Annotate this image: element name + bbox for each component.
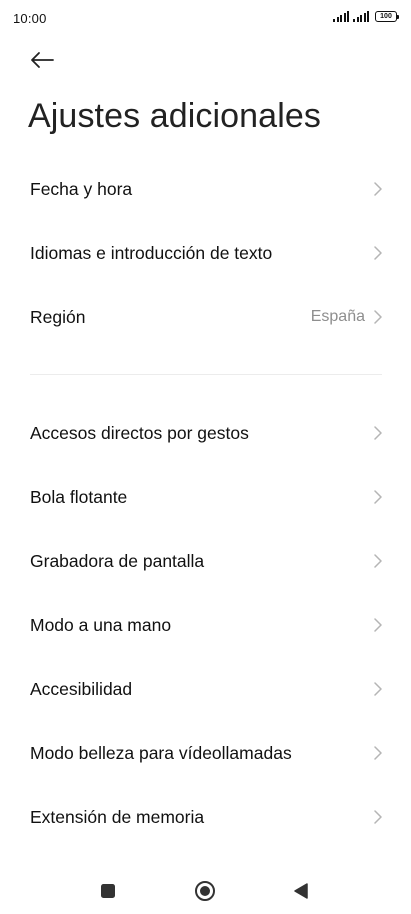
square-icon xyxy=(101,884,115,898)
settings-item-bola-flotante[interactable]: Bola flotante xyxy=(0,465,411,529)
chevron-right-icon xyxy=(374,618,382,632)
settings-item-label: Modo a una mano xyxy=(30,614,172,635)
settings-item-fecha-y-hora[interactable]: Fecha y hora xyxy=(0,157,411,221)
battery-level: 100 xyxy=(380,13,392,20)
signal-icon xyxy=(333,11,349,22)
arrow-left-icon xyxy=(31,52,54,68)
settings-item-label: Grabadora de pantalla xyxy=(30,550,205,571)
settings-item-label: Accesos directos por gestos xyxy=(30,422,249,443)
settings-item-label: Accesibilidad xyxy=(30,678,133,699)
status-time: 10:00 xyxy=(13,11,47,26)
section-divider xyxy=(30,374,382,375)
page-title: Ajustes adicionales xyxy=(28,97,321,135)
settings-list-section-2: Accesos directos por gestos Bola flotant… xyxy=(0,401,411,849)
settings-item-extension-memoria[interactable]: Extensión de memoria xyxy=(0,785,411,849)
circle-icon xyxy=(195,881,215,901)
settings-item-accesibilidad[interactable]: Accesibilidad xyxy=(0,657,411,721)
battery-icon: 100 xyxy=(375,11,399,22)
region-value: España xyxy=(310,308,365,325)
settings-item-modo-una-mano[interactable]: Modo a una mano xyxy=(0,593,411,657)
status-icons: 100 xyxy=(333,11,399,22)
settings-item-label: Fecha y hora xyxy=(30,178,133,199)
settings-item-accesos-directos[interactable]: Accesos directos por gestos xyxy=(0,401,411,465)
chevron-right-icon xyxy=(374,182,382,196)
chevron-right-icon xyxy=(374,810,382,824)
settings-item-label: Modo belleza para vídeollamadas xyxy=(30,742,292,763)
back-button[interactable] xyxy=(26,44,58,76)
chevron-right-icon xyxy=(374,310,382,324)
settings-item-idiomas[interactable]: Idiomas e introducción de texto xyxy=(0,221,411,285)
settings-item-region[interactable]: Región España xyxy=(0,285,411,349)
chevron-right-icon xyxy=(374,746,382,760)
signal-icon-2 xyxy=(353,11,369,22)
triangle-back-icon xyxy=(294,883,308,899)
chevron-right-icon xyxy=(374,246,382,260)
recents-button[interactable] xyxy=(97,880,119,902)
back-nav-button[interactable] xyxy=(290,880,312,902)
chevron-right-icon xyxy=(374,426,382,440)
settings-item-label: Bola flotante xyxy=(30,486,128,507)
chevron-right-icon xyxy=(374,682,382,696)
chevron-right-icon xyxy=(374,554,382,568)
home-button[interactable] xyxy=(194,880,216,902)
settings-item-modo-belleza[interactable]: Modo belleza para vídeollamadas xyxy=(0,721,411,785)
status-bar: 10:00 100 xyxy=(0,0,411,36)
settings-item-label: Idiomas e introducción de texto xyxy=(30,242,273,263)
settings-item-label: Extensión de memoria xyxy=(30,806,205,827)
settings-list-section-1: Fecha y hora Idiomas e introducción de t… xyxy=(0,157,411,349)
chevron-right-icon xyxy=(374,490,382,504)
navigation-bar xyxy=(0,862,411,914)
settings-item-grabadora[interactable]: Grabadora de pantalla xyxy=(0,529,411,593)
settings-item-label: Región xyxy=(30,306,86,327)
